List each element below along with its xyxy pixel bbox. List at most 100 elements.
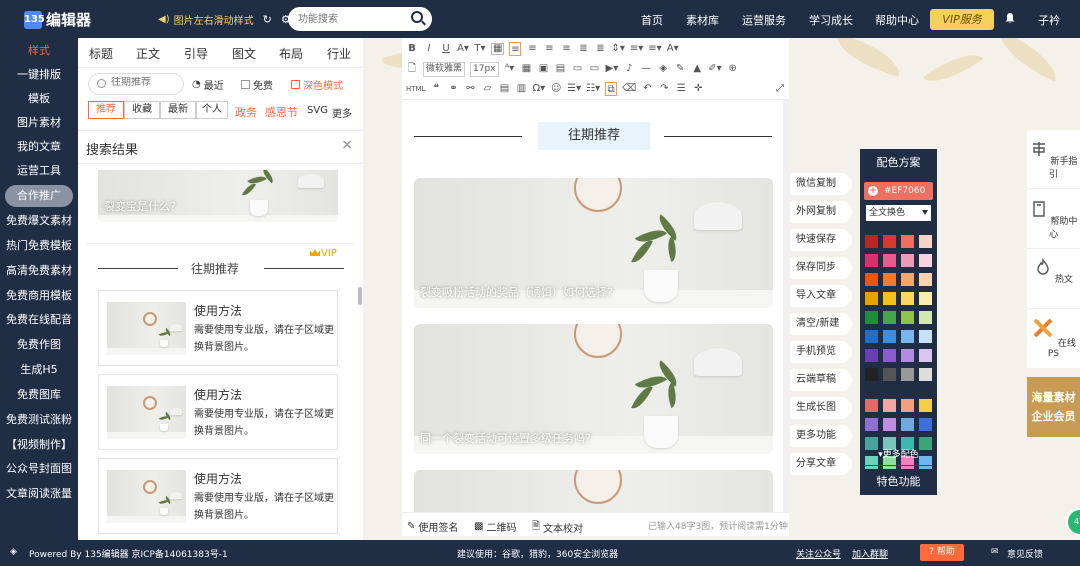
nav-materials[interactable]: 素材库: [686, 12, 719, 28]
color-swatch[interactable]: [901, 235, 914, 248]
feedback-link[interactable]: 意见反馈: [1007, 547, 1043, 560]
nav-item-voice[interactable]: 免费在线配音: [0, 310, 78, 330]
color-swatch[interactable]: [883, 273, 896, 286]
tab-industry[interactable]: 行业: [327, 45, 351, 62]
font-family-select[interactable]: 微软雅黑: [423, 61, 466, 77]
font-size-button[interactable]: T▾: [474, 42, 486, 56]
color-swatch[interactable]: [883, 418, 896, 431]
style-search-input[interactable]: [111, 77, 181, 88]
style-section-heading[interactable]: 往期推荐: [98, 258, 344, 278]
font-size-select[interactable]: 17px: [470, 61, 499, 77]
free-filter[interactable]: 免费: [241, 77, 273, 92]
pen-icon[interactable]: ✐▾: [708, 62, 721, 76]
clear-new-button[interactable]: 清空/新建: [790, 313, 852, 335]
paragraph-button[interactable]: ≡▾: [648, 42, 661, 56]
align-left-button[interactable]: ≡: [509, 42, 522, 56]
video-icon[interactable]: ▶▾: [606, 62, 619, 76]
nav-item-h5[interactable]: 生成H5: [0, 360, 78, 380]
wechat-copy-button[interactable]: 微信复制: [790, 173, 852, 195]
align-right-button[interactable]: ≡: [543, 42, 555, 56]
hot-articles-item[interactable]: 热文: [1027, 257, 1080, 285]
find-icon[interactable]: ☰: [675, 82, 687, 96]
help-button[interactable]: ? 帮助: [920, 544, 964, 561]
signature-button[interactable]: ✎ 使用签名: [407, 519, 458, 534]
tab-guide[interactable]: 引导: [184, 45, 208, 62]
color-swatch[interactable]: [901, 368, 914, 381]
color-swatch[interactable]: [883, 292, 896, 305]
source-icon[interactable]: 🗋: [406, 62, 418, 76]
expand-icon[interactable]: ⤢: [774, 82, 786, 96]
image-icon[interactable]: ▭: [572, 62, 584, 76]
anchor-icon[interactable]: ▱: [481, 82, 493, 96]
line-height-button[interactable]: ⇕▾: [611, 42, 624, 56]
style-card[interactable]: 使用方法 需要使用专业版，请在子区域更换背景图片。: [98, 458, 338, 534]
color-swatch[interactable]: [919, 235, 932, 248]
color-swatch[interactable]: [901, 254, 914, 267]
sort-latest[interactable]: 最新: [160, 101, 196, 119]
special-char-icon[interactable]: Ω▾: [532, 82, 545, 96]
nav-item-cover[interactable]: 公众号封面图: [0, 459, 78, 479]
cat-government[interactable]: 政务: [235, 104, 257, 120]
ordered-list-icon[interactable]: ☷▾: [586, 82, 600, 96]
search-icon[interactable]: [411, 11, 423, 23]
article-image-1[interactable]: 裂变吸粉活动的奖品（诱饵）如何选择？: [414, 178, 773, 308]
sort-recommended[interactable]: 推荐: [88, 101, 124, 119]
nav-item-images[interactable]: 图片素材: [0, 113, 78, 133]
color-swatch[interactable]: [883, 254, 896, 267]
italic-button[interactable]: I: [423, 42, 435, 56]
refresh-icon[interactable]: ↻: [263, 13, 272, 26]
zoom-icon[interactable]: ⊕: [727, 62, 739, 76]
follow-account-link[interactable]: 关注公众号: [796, 547, 841, 560]
brush-icon[interactable]: ✎: [674, 62, 686, 76]
color-swatch[interactable]: [883, 399, 896, 412]
color-swatch[interactable]: [919, 311, 932, 324]
feature-search-input[interactable]: [298, 7, 408, 31]
word-icon[interactable]: ▤: [555, 62, 567, 76]
color-swatch[interactable]: [919, 292, 932, 305]
color-swatch[interactable]: [883, 330, 896, 343]
cat-thanksgiving[interactable]: 感恩节: [265, 104, 298, 120]
undo-icon[interactable]: ↶: [641, 82, 653, 96]
nav-item-viral[interactable]: 免费爆文素材: [0, 211, 78, 231]
smiley-icon[interactable]: ☺: [550, 82, 562, 96]
nav-help[interactable]: 帮助中心: [875, 12, 919, 28]
color-swatch[interactable]: [901, 273, 914, 286]
border-button[interactable]: ▦: [491, 43, 505, 55]
nav-item-tools[interactable]: 运营工具: [0, 161, 78, 181]
vip-service-button[interactable]: VIP服务: [930, 9, 994, 30]
color-swatch[interactable]: [865, 399, 878, 412]
html-button[interactable]: HTML: [406, 82, 425, 96]
proofread-button[interactable]: 🗎 文本校对: [532, 519, 583, 536]
color-swatch[interactable]: [883, 368, 896, 381]
notice[interactable]: ◀) 图片左右滑动样式 ↻ ⚙: [158, 12, 291, 27]
nav-item-hd[interactable]: 高清免费素材: [0, 261, 78, 281]
article-image-3[interactable]: [414, 470, 773, 512]
redo-icon[interactable]: ↷: [658, 82, 670, 96]
dark-mode-filter[interactable]: 深色模式: [291, 77, 343, 92]
close-icon[interactable]: ×: [341, 137, 353, 153]
nav-item-hot-templates[interactable]: 热门免费模板: [0, 236, 78, 256]
tab-image-text[interactable]: 图文: [232, 45, 256, 62]
save-sync-button[interactable]: 保存同步: [790, 257, 852, 279]
nav-item-fans[interactable]: 免费测试涨粉: [0, 410, 78, 430]
color-swatch[interactable]: [901, 399, 914, 412]
unlink-icon[interactable]: ⚯: [464, 82, 476, 96]
panel-scrollbar[interactable]: [358, 287, 362, 305]
color-swatch[interactable]: [883, 349, 896, 362]
color-swatch[interactable]: [919, 330, 932, 343]
current-color[interactable]: + #EF7060: [864, 182, 933, 200]
help-item[interactable]: 帮助中心: [1027, 200, 1080, 240]
gallery-icon[interactable]: ▭: [589, 62, 601, 76]
audio-icon[interactable]: ♪: [623, 62, 635, 76]
guide-item[interactable]: 新手指引: [1027, 140, 1080, 180]
mobile-preview-button[interactable]: 手机预览: [790, 341, 852, 363]
logo[interactable]: 135 编辑器: [24, 9, 91, 30]
cat-svg[interactable]: SVG: [307, 105, 328, 116]
color-swatch[interactable]: [919, 368, 932, 381]
article-image-2[interactable]: 同一个裂变活动可设置多级任务吗？: [414, 324, 773, 454]
color-swatch[interactable]: [919, 254, 932, 267]
nav-item-drawing[interactable]: 免费作图: [0, 335, 78, 355]
color-swatch[interactable]: [919, 273, 932, 286]
share-article-button[interactable]: 分享文章: [790, 453, 852, 475]
nav-item-video[interactable]: 【视频制作】: [0, 435, 78, 455]
